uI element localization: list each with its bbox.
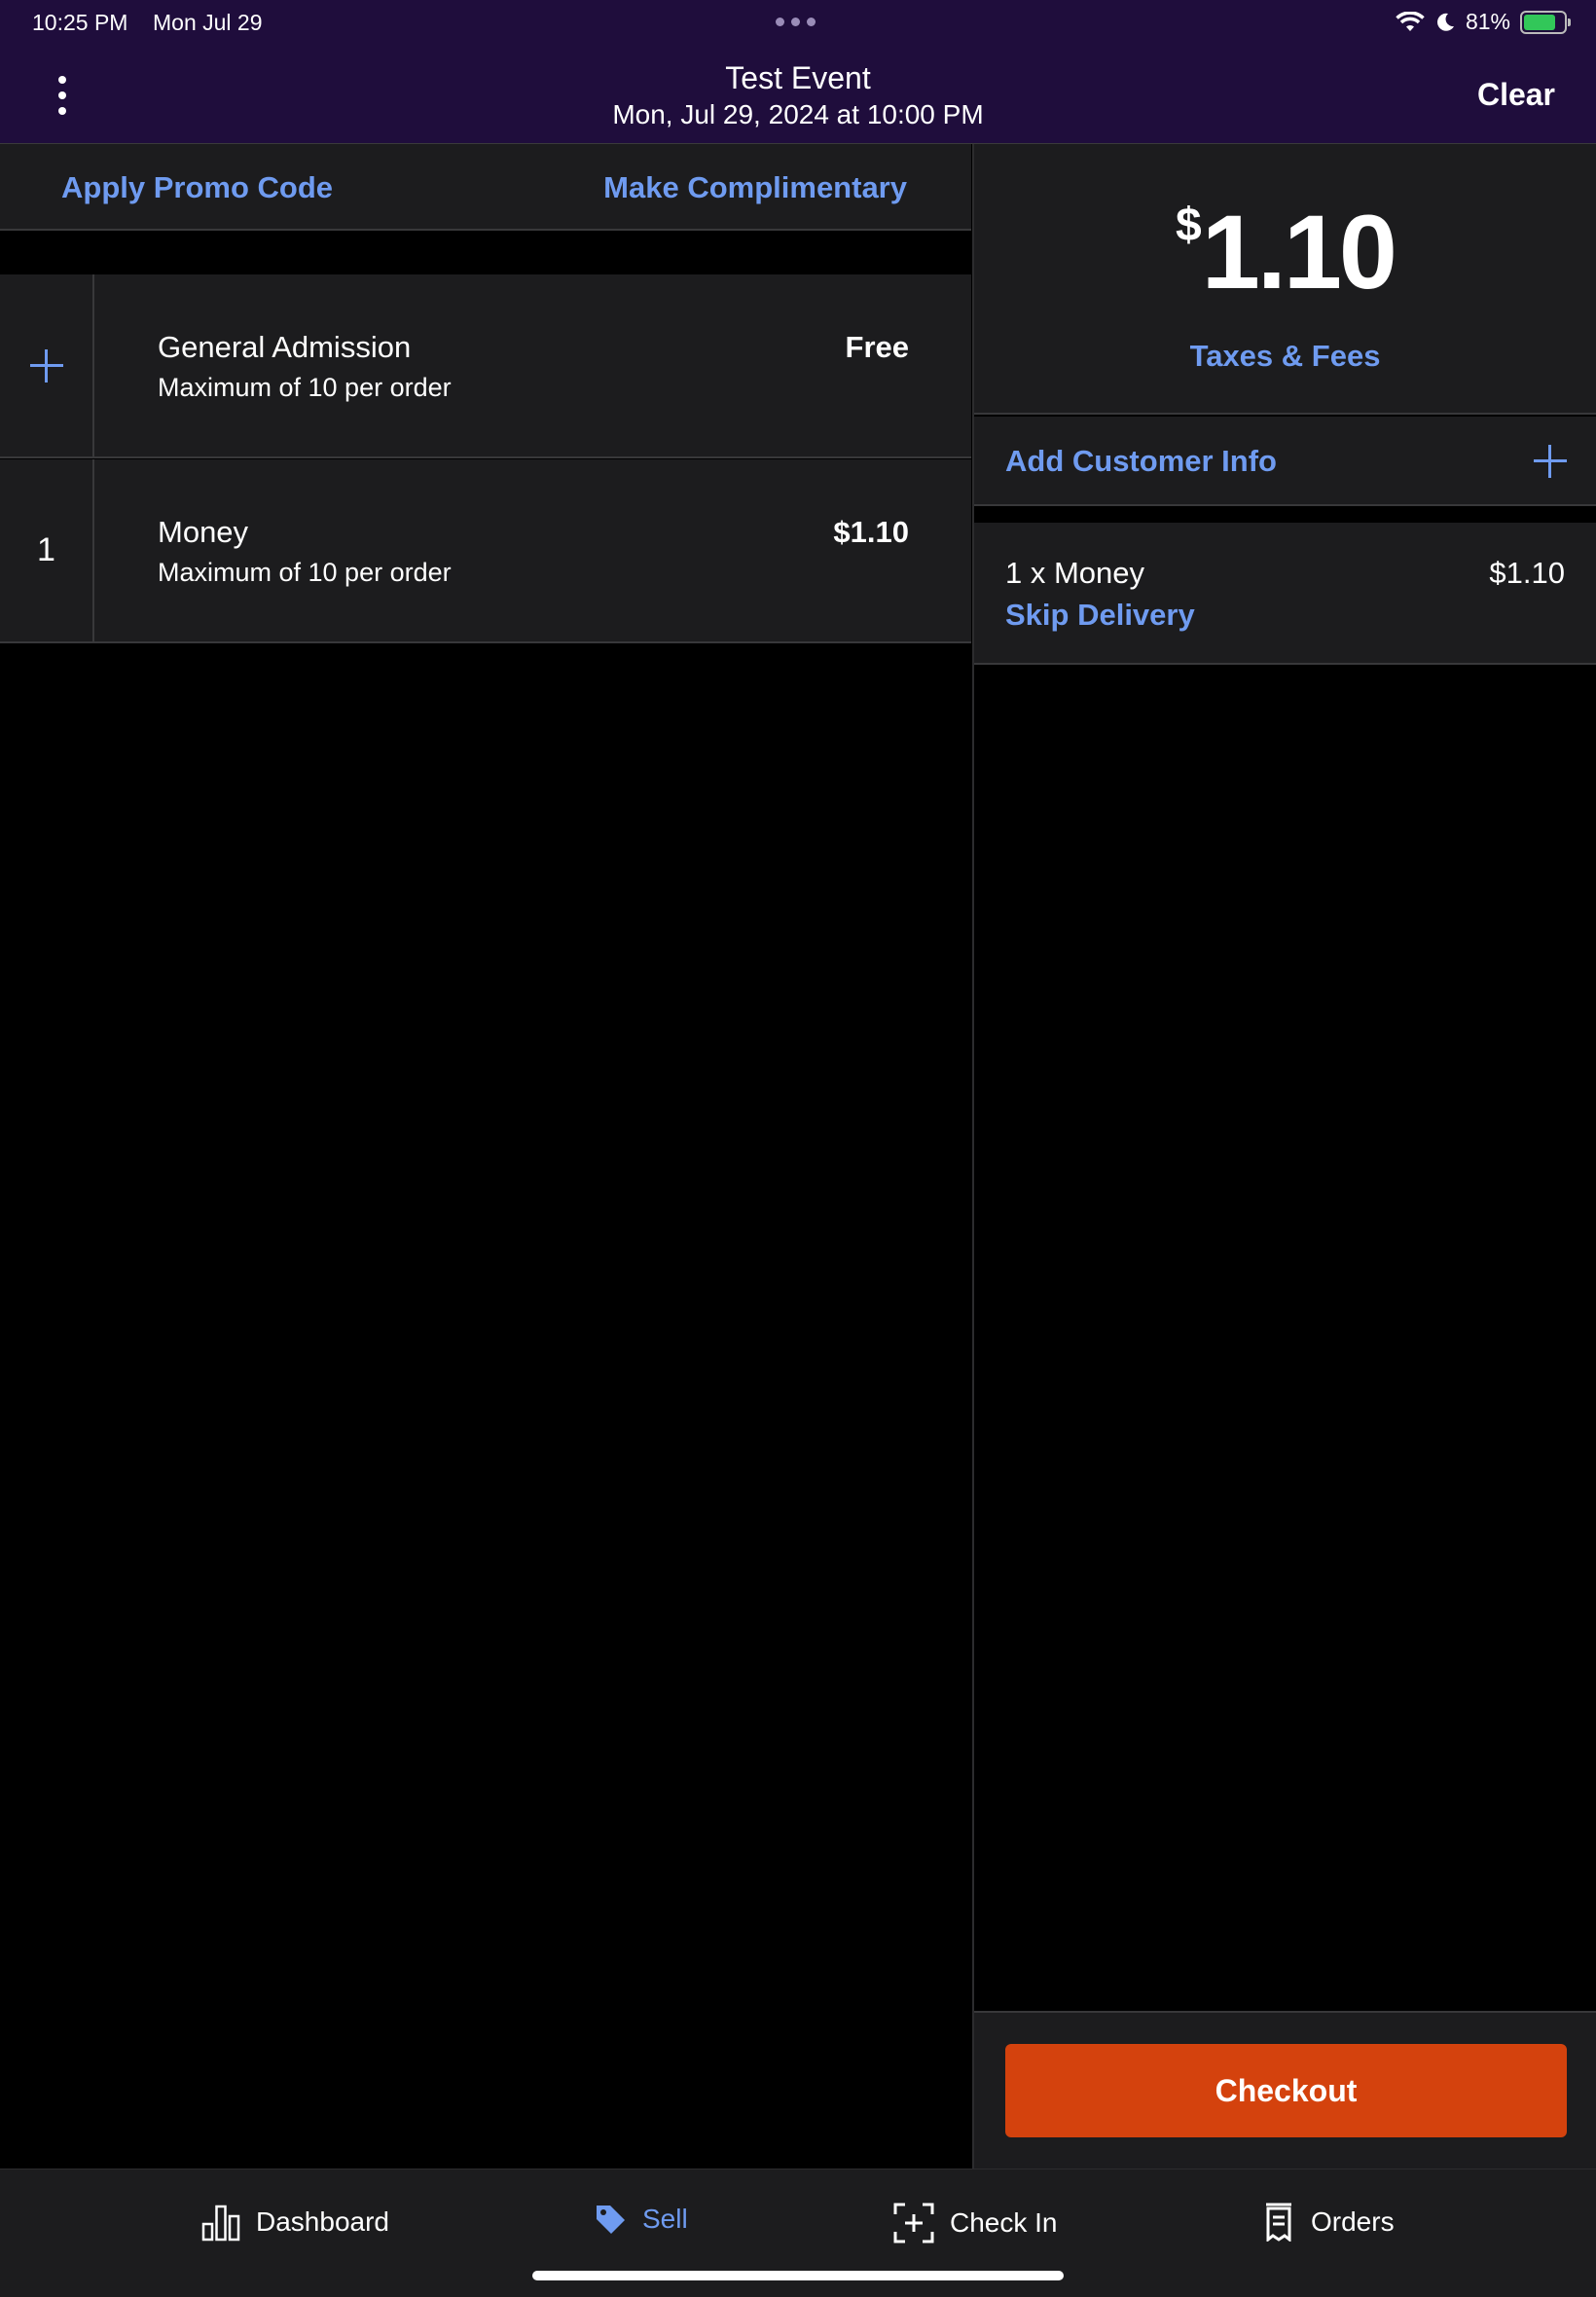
receipt-icon (1266, 2203, 1291, 2242)
ticket-price: $1.10 (833, 515, 909, 549)
event-title: Test Event (725, 60, 871, 95)
battery-percent: 81% (1465, 9, 1510, 34)
ticket-panel: Apply Promo Code Make Complimentary Gene… (0, 144, 971, 2169)
checkout-bar: Checkout (974, 2011, 1596, 2169)
ticket-limit: Maximum of 10 per order (158, 558, 452, 587)
taxes-fees-link[interactable]: Taxes & Fees (974, 339, 1596, 374)
tab-label: Orders (1311, 2206, 1395, 2237)
tab-dashboard[interactable]: Dashboard (201, 2203, 389, 2242)
status-time: 10:25 PM (32, 10, 128, 35)
tab-sell[interactable]: Sell (594, 2203, 688, 2236)
home-indicator[interactable] (532, 2271, 1064, 2280)
tab-check-in[interactable]: Check In (893, 2203, 1058, 2243)
ticket-name: Money (158, 515, 249, 549)
skip-delivery-button[interactable]: Skip Delivery (1005, 598, 1195, 633)
plus-icon (29, 348, 63, 383)
battery-icon (1520, 10, 1571, 34)
status-date: Mon Jul 29 (153, 10, 263, 35)
apply-promo-code-button[interactable]: Apply Promo Code (61, 170, 333, 205)
total-amount: 1.10 (1201, 193, 1397, 310)
tab-label: Check In (950, 2207, 1058, 2238)
tab-label: Sell (642, 2204, 688, 2234)
plus-icon[interactable] (1534, 445, 1567, 478)
status-bar: 10:25 PM Mon Jul 29 81% (0, 0, 1596, 45)
currency-symbol: $ (1176, 200, 1202, 251)
clear-button[interactable]: Clear (1477, 77, 1555, 113)
line-item-amount: $1.10 (1489, 556, 1565, 590)
line-item-description: 1 x Money (1005, 556, 1145, 590)
order-total-box: $1.10 Taxes & Fees (974, 144, 1596, 415)
order-summary-panel: $1.10 Taxes & Fees Add Customer Info 1 x… (972, 144, 1596, 2169)
ticket-name: General Admission (158, 330, 412, 364)
tag-icon (597, 2206, 625, 2234)
status-indicators: 81% (1396, 9, 1571, 35)
scan-icon (893, 2203, 934, 2243)
ticket-row-general-admission[interactable]: General Admission Maximum of 10 per orde… (0, 274, 971, 458)
checkout-button[interactable]: Checkout (1005, 2044, 1567, 2137)
add-customer-info-button[interactable]: Add Customer Info (1005, 444, 1277, 479)
bar-chart-icon (201, 2205, 240, 2242)
add-ticket-button[interactable] (0, 274, 94, 456)
multitasking-dots-icon[interactable] (776, 18, 816, 26)
ticket-limit: Maximum of 10 per order (158, 373, 452, 402)
make-complimentary-button[interactable]: Make Complimentary (603, 170, 907, 205)
ticket-quantity[interactable]: 1 (0, 459, 94, 641)
order-line-item: 1 x Money $1.10 Skip Delivery (974, 523, 1596, 665)
add-customer-info-row[interactable]: Add Customer Info (974, 417, 1596, 506)
wifi-icon (1396, 11, 1425, 31)
order-total: $1.10 (974, 191, 1596, 312)
event-date: Mon, Jul 29, 2024 at 10:00 PM (612, 99, 984, 129)
promo-bar: Apply Promo Code Make Complimentary (0, 144, 971, 231)
tab-label: Dashboard (256, 2206, 389, 2237)
event-header: Test Event Mon, Jul 29, 2024 at 10:00 PM… (0, 45, 1596, 144)
ticket-price: Free (845, 330, 909, 364)
moon-icon (1437, 13, 1454, 31)
tab-orders[interactable]: Orders (1262, 2203, 1395, 2242)
ticket-row-money[interactable]: 1 Money Maximum of 10 per order $1.10 (0, 459, 971, 643)
